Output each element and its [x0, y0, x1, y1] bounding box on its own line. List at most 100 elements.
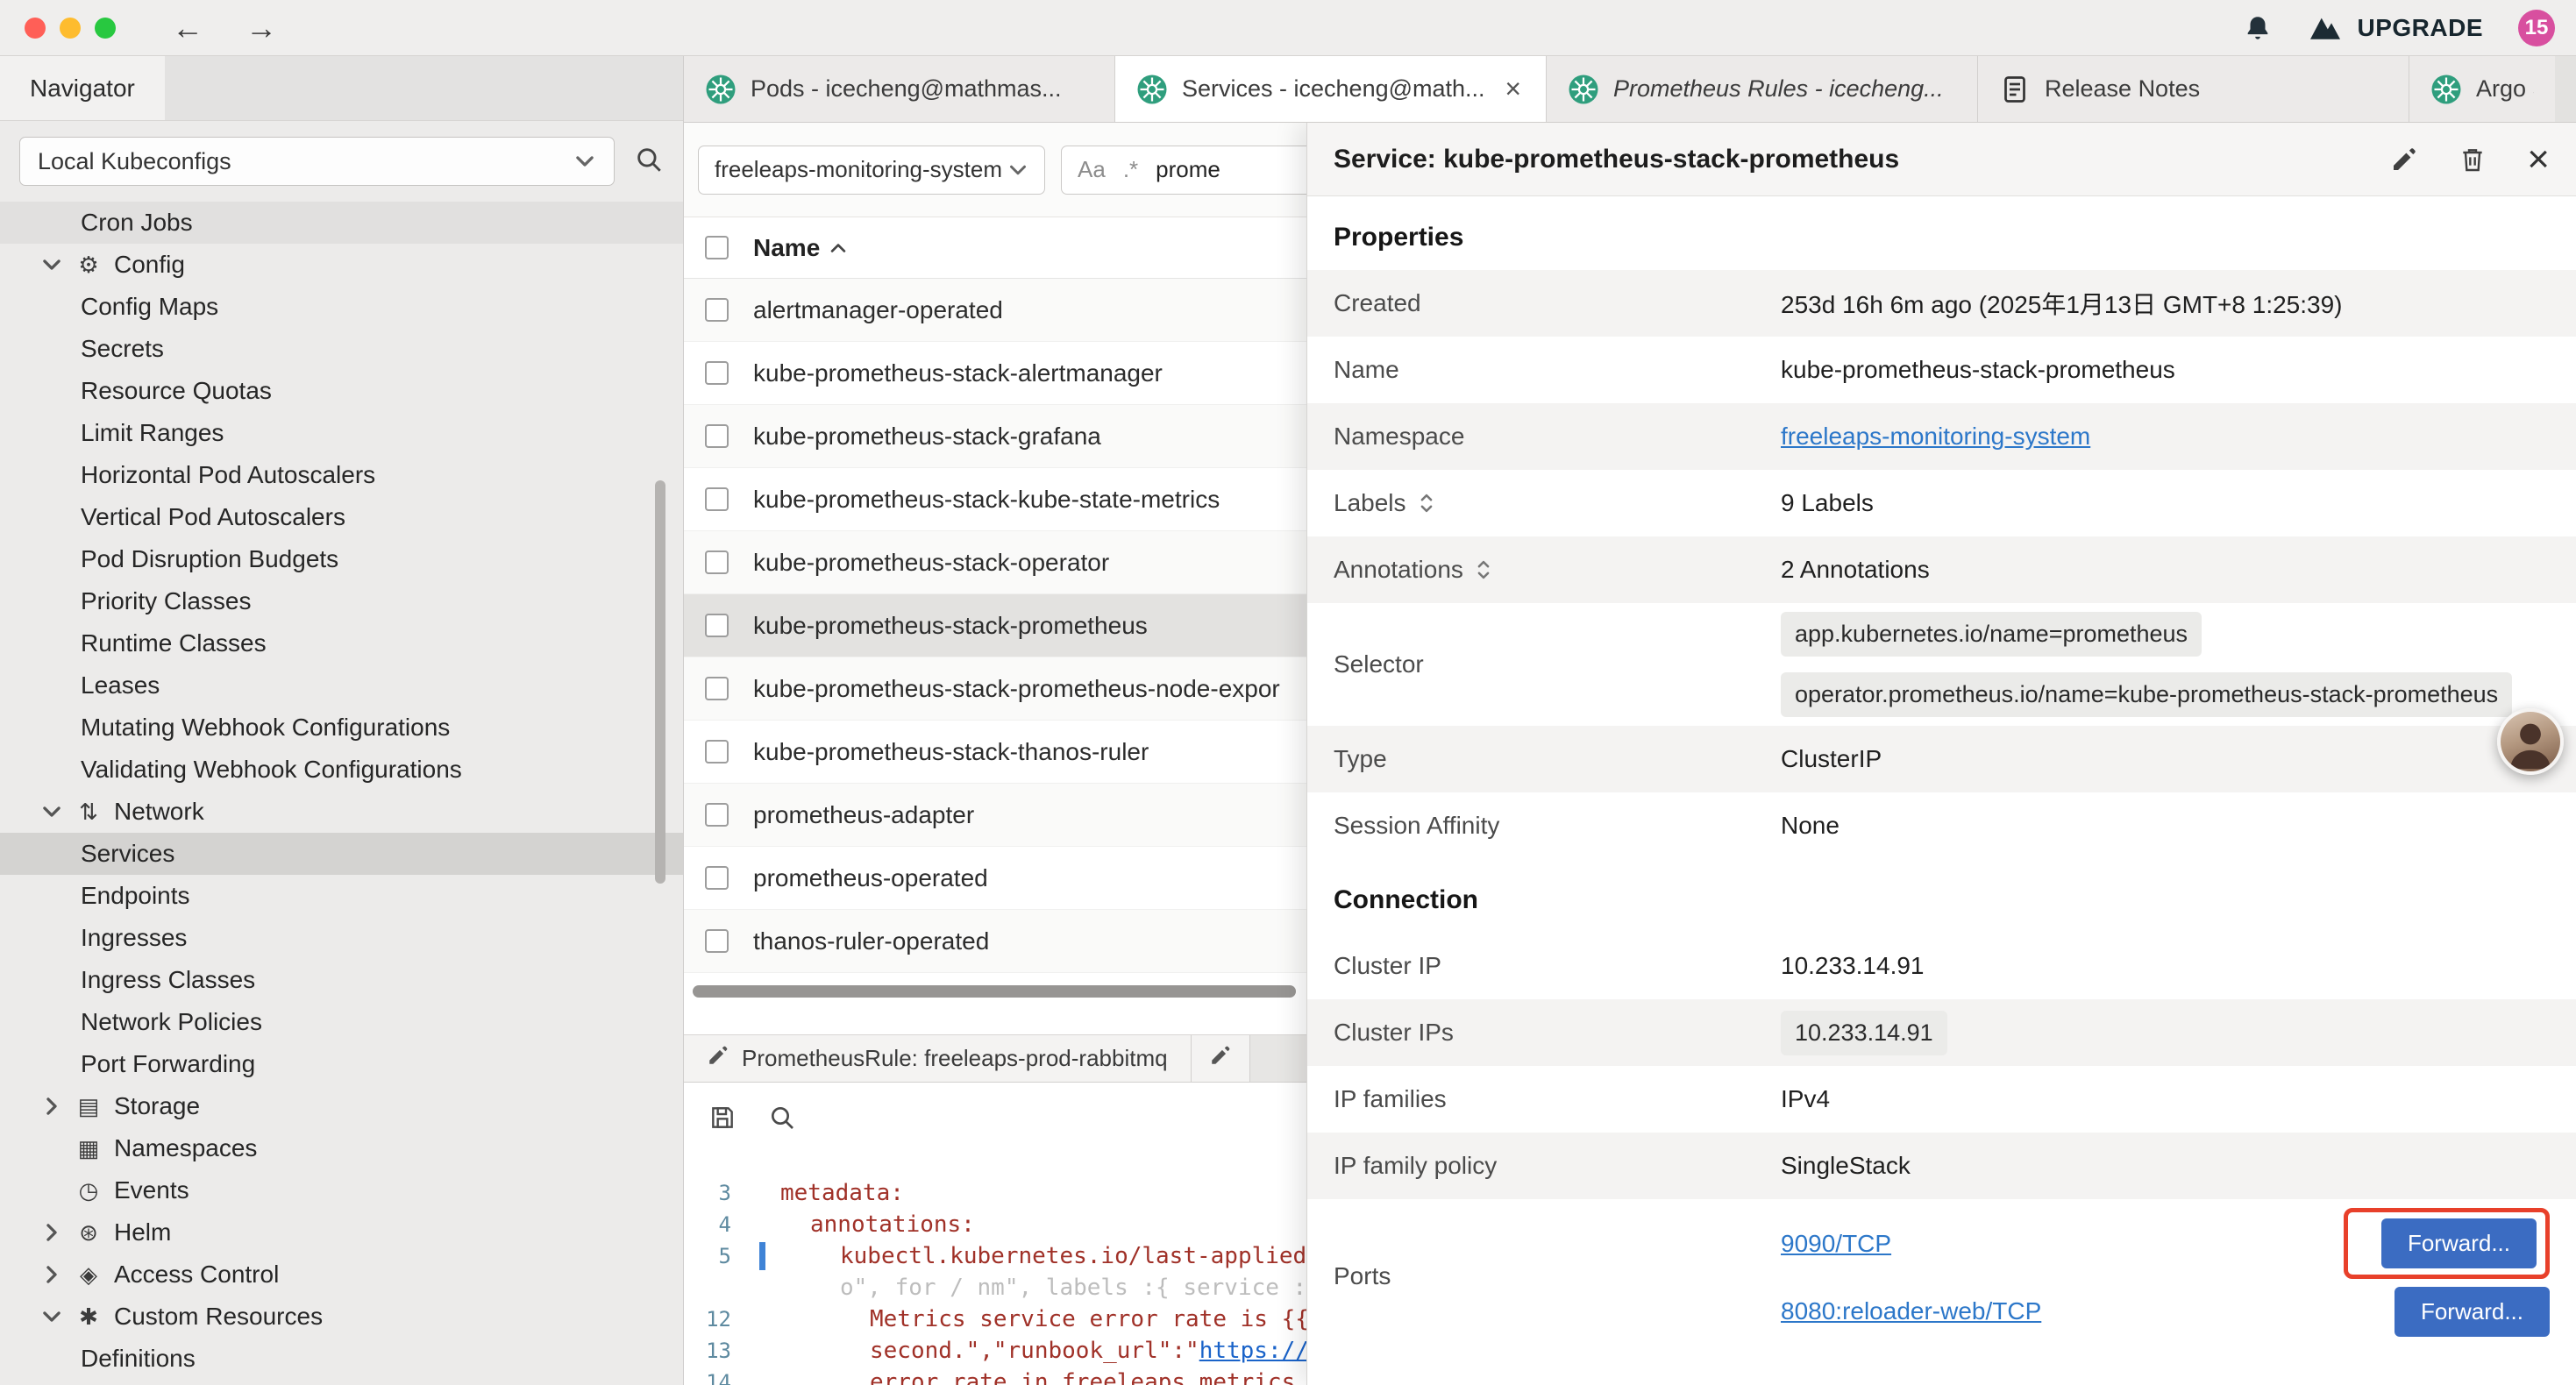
close-icon[interactable]: × [2527, 140, 2550, 179]
tab-prometheus-rules-icecheng[interactable]: Prometheus Rules - icecheng... [1547, 56, 1978, 122]
match-case-toggle[interactable]: Aa [1078, 156, 1106, 183]
sidebar-item-access-control[interactable]: ◈Access Control [0, 1254, 683, 1296]
window-close-button[interactable] [25, 18, 46, 39]
editor-search-icon[interactable] [768, 1104, 796, 1136]
port-link[interactable]: 8080:reloader-web/TCP [1781, 1297, 2041, 1325]
chevron-down-icon[interactable] [40, 800, 63, 823]
regex-toggle[interactable]: .* [1123, 156, 1138, 183]
sidebar-item-namespaces[interactable]: ▦Namespaces [0, 1127, 683, 1169]
chevron-down-icon[interactable] [40, 253, 63, 276]
tab-services-icecheng-math[interactable]: Services - icecheng@math...× [1115, 56, 1547, 122]
sidebar-item-events[interactable]: ◷Events [0, 1169, 683, 1211]
sidebar-item-leases[interactable]: Leases [0, 664, 683, 707]
chevron-right-icon[interactable] [40, 1221, 63, 1244]
search-input[interactable]: prome [1156, 156, 1220, 183]
detail-row-type: TypeClusterIP [1307, 726, 2576, 792]
row-checkbox[interactable] [705, 677, 729, 700]
kubeconfig-selector[interactable]: Local Kubeconfigs [19, 137, 615, 186]
sidebar-item-ingresses[interactable]: Ingresses [0, 917, 683, 959]
expander-icon[interactable] [1417, 491, 1436, 515]
detail-row-session-affinity: Session AffinityNone [1307, 792, 2576, 859]
sidebar-item-secrets[interactable]: Secrets [0, 328, 683, 370]
tab-pods-icecheng-mathmas[interactable]: Pods - icecheng@mathmas... [684, 56, 1115, 122]
tab-close-icon[interactable]: × [1501, 73, 1525, 105]
sidebar-item-label: Storage [114, 1092, 200, 1120]
sidebar-item-network-policies[interactable]: Network Policies [0, 1001, 683, 1043]
row-checkbox[interactable] [705, 550, 729, 574]
row-checkbox[interactable] [705, 424, 729, 448]
sidebar-item-resource-quotas[interactable]: Resource Quotas [0, 370, 683, 412]
sidebar-item-runtime-classes[interactable]: Runtime Classes [0, 622, 683, 664]
dock-tab-prometheusrule[interactable]: PrometheusRule: freeleaps-prod-rabbitmq [684, 1035, 1192, 1082]
sidebar-item-validating-webhook-configurations[interactable]: Validating Webhook Configurations [0, 749, 683, 791]
sidebar-item-ingress-classes[interactable]: Ingress Classes [0, 959, 683, 1001]
sidebar-item-config[interactable]: ⚙Config [0, 244, 683, 286]
row-checkbox[interactable] [705, 298, 729, 322]
sidebar-item-definitions[interactable]: Definitions [0, 1338, 683, 1380]
table-horizontal-scrollbar[interactable] [693, 985, 1296, 998]
forward-arrow-icon[interactable]: → [246, 10, 277, 46]
row-checkbox[interactable] [705, 866, 729, 890]
sidebar-item-label: Mutating Webhook Configurations [81, 714, 450, 742]
notifications-bell-icon[interactable] [2243, 13, 2273, 43]
sidebar-item-custom-resources[interactable]: ✱Custom Resources [0, 1296, 683, 1338]
sidebar-item-pod-disruption-budgets[interactable]: Pod Disruption Budgets [0, 538, 683, 580]
dock-tab-next[interactable] [1192, 1035, 1250, 1082]
upgrade-button[interactable]: UPGRADE [2308, 13, 2483, 43]
sidebar-item-cron-jobs[interactable]: Cron Jobs [0, 202, 683, 244]
window-zoom-button[interactable] [95, 18, 116, 39]
sidebar-item-horizontal-pod-autoscalers[interactable]: Horizontal Pod Autoscalers [0, 454, 683, 496]
navigator-scrollbar[interactable] [655, 480, 665, 884]
chevron-right-icon[interactable] [40, 1095, 63, 1118]
back-arrow-icon[interactable]: ← [172, 10, 203, 46]
chevron-right-icon[interactable] [40, 1263, 63, 1286]
forward-button[interactable]: Forward... [2395, 1287, 2550, 1337]
detail-text: 10.233.14.91 [1781, 952, 1925, 979]
notification-count-badge[interactable]: 15 [2518, 10, 2555, 46]
select-all-checkbox[interactable] [705, 236, 729, 259]
sidebar-item-vertical-pod-autoscalers[interactable]: Vertical Pod Autoscalers [0, 496, 683, 538]
detail-value: 2 Annotations [1781, 556, 2550, 584]
service-name: prometheus-adapter [753, 801, 974, 829]
detail-text: None [1781, 812, 1839, 839]
modified-line-indicator [759, 1242, 765, 1270]
delete-icon[interactable] [2459, 146, 2487, 174]
row-checkbox[interactable] [705, 929, 729, 953]
row-checkbox[interactable] [705, 740, 729, 764]
sidebar-item-endpoints[interactable]: Endpoints [0, 875, 683, 917]
expander-icon[interactable] [1474, 558, 1493, 582]
row-checkbox[interactable] [705, 487, 729, 511]
save-icon[interactable] [708, 1104, 737, 1136]
line-number: 5 [684, 1244, 751, 1268]
name-column-header[interactable]: Name [753, 234, 848, 262]
sidebar-item-port-forwarding[interactable]: Port Forwarding [0, 1043, 683, 1085]
annotation-highlight: Forward... [2344, 1208, 2550, 1279]
namespace-selector[interactable]: freeleaps-monitoring-system [698, 146, 1045, 195]
sidebar-item-helm[interactable]: ⊛Helm [0, 1211, 683, 1254]
sidebar-item-mutating-webhook-configurations[interactable]: Mutating Webhook Configurations [0, 707, 683, 749]
sidebar-item-network[interactable]: ⇅Network [0, 791, 683, 833]
row-checkbox[interactable] [705, 361, 729, 385]
tab-argo-se[interactable]: Argo Se [2409, 56, 2555, 122]
namespace-link[interactable]: freeleaps-monitoring-system [1781, 423, 2090, 450]
chevron-down-icon[interactable] [40, 1305, 63, 1328]
tab-release-notes[interactable]: Release Notes [1978, 56, 2409, 122]
row-checkbox[interactable] [705, 803, 729, 827]
row-checkbox[interactable] [705, 614, 729, 637]
sidebar-item-priority-classes[interactable]: Priority Classes [0, 580, 683, 622]
line-text: o", for / nm", labels :{ service : [751, 1275, 1306, 1301]
port-link[interactable]: 9090/TCP [1781, 1230, 1891, 1258]
detail-row-ports: Ports9090/TCPForward...8080:reloader-web… [1307, 1199, 2576, 1353]
navigator-search-icon[interactable] [634, 145, 664, 179]
sidebar-item-config-maps[interactable]: Config Maps [0, 286, 683, 328]
detail-label: Type [1334, 745, 1781, 773]
forward-button[interactable]: Forward... [2381, 1218, 2537, 1268]
sidebar-item-services[interactable]: Services [0, 833, 683, 875]
sidebar-item-limit-ranges[interactable]: Limit Ranges [0, 412, 683, 454]
namespaces-icon: ▦ [74, 1135, 103, 1162]
config-icon: ⚙ [74, 252, 103, 279]
edit-icon[interactable] [2390, 146, 2418, 174]
avatar[interactable] [2497, 708, 2564, 775]
sidebar-item-storage[interactable]: ▤Storage [0, 1085, 683, 1127]
window-minimize-button[interactable] [60, 18, 81, 39]
